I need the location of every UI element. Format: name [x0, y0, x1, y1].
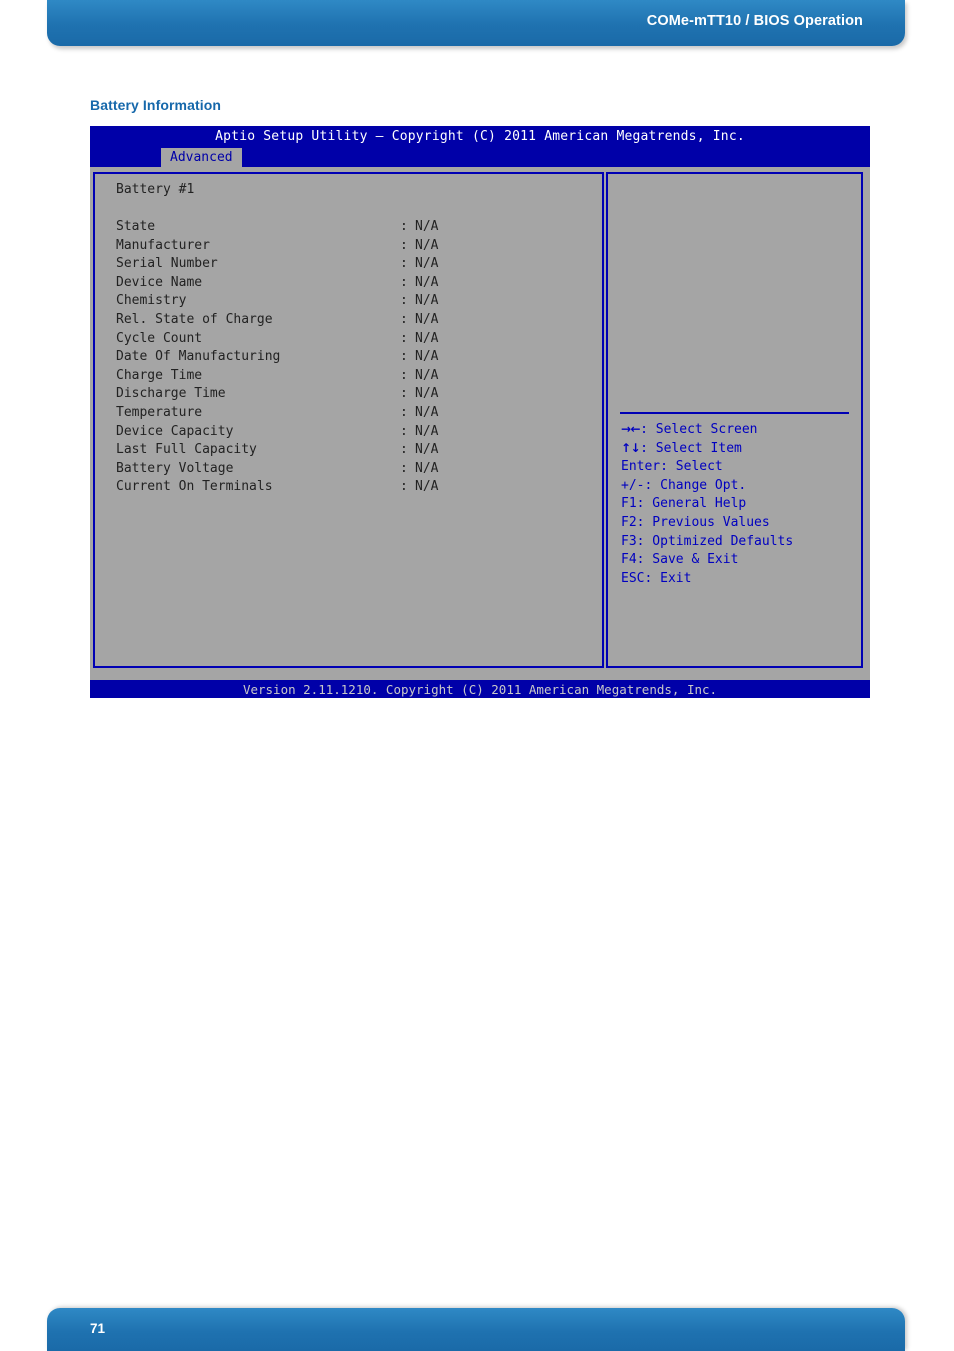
help-key-list: →←: Select Screen ↑↓: Select Item Enter: S… [608, 422, 861, 589]
help-panel-divider [620, 412, 849, 414]
battery-info-label: Serial Number [116, 256, 218, 272]
help-key-text: ↑↓: Select Item [621, 440, 742, 456]
battery-info-row[interactable]: State: N/A [95, 219, 602, 238]
bios-title-text: Aptio Setup Utility – Copyright (C) 2011… [215, 129, 745, 144]
bios-screen: Aptio Setup Utility – Copyright (C) 2011… [90, 126, 870, 698]
battery-info-label: Date Of Manufacturing [116, 349, 281, 365]
battery-info-separator: : [400, 442, 408, 458]
battery-info-row[interactable]: Device Capacity: N/A [95, 424, 602, 443]
battery-info-separator: : [400, 256, 408, 272]
battery-info-row[interactable]: Manufacturer: N/A [95, 238, 602, 257]
battery-info-row[interactable]: Date Of Manufacturing: N/A [95, 349, 602, 368]
battery-info-label: Charge Time [116, 367, 203, 383]
battery-info-label: Chemistry [116, 293, 187, 309]
battery-info-value: N/A [415, 479, 439, 495]
battery-info-label: Cycle Count [116, 330, 203, 346]
battery-info-separator: : [400, 237, 408, 253]
bios-tab-bar: Advanced [90, 148, 870, 167]
battery-info-value: N/A [415, 349, 439, 365]
battery-info-value: N/A [415, 404, 439, 420]
help-key-text: F2: Previous Values [621, 514, 770, 530]
battery-info-value: N/A [415, 274, 439, 290]
battery-info-value: N/A [415, 293, 439, 309]
battery-info-value: N/A [415, 311, 439, 327]
battery-info-row[interactable]: Rel. State of Charge: N/A [95, 312, 602, 331]
help-key-text: ESC: Exit [621, 570, 692, 586]
battery-info-value: N/A [415, 367, 439, 383]
battery-info-row[interactable]: Cycle Count: N/A [95, 331, 602, 350]
page-footer-bar: 71 [47, 1308, 905, 1351]
page-header-title: COMe-mTT10 / BIOS Operation [646, 13, 863, 29]
battery-info-label: Current On Terminals [116, 479, 273, 495]
help-key-row: +/-: Change Opt. [608, 478, 861, 497]
help-panel: →←: Select Screen ↑↓: Select Item Enter: S… [606, 172, 863, 668]
battery-info-value: N/A [415, 330, 439, 346]
battery-section-heading: Battery #1 [116, 182, 195, 197]
battery-info-value: N/A [415, 237, 439, 253]
page-number: 71 [90, 1321, 106, 1336]
battery-info-value: N/A [415, 386, 439, 402]
battery-info-separator: : [400, 219, 408, 234]
battery-info-value: N/A [415, 460, 439, 476]
battery-info-separator: : [400, 274, 408, 290]
battery-info-separator: : [400, 460, 408, 476]
battery-info-value: N/A [415, 256, 439, 272]
battery-info-row[interactable]: Device Name: N/A [95, 275, 602, 294]
help-key-row: Enter: Select [608, 459, 861, 478]
battery-info-value: N/A [415, 442, 439, 458]
battery-info-row[interactable]: Current On Terminals: N/A [95, 479, 602, 498]
bios-version-bar: Version 2.11.1210. Copyright (C) 2011 Am… [90, 680, 870, 698]
battery-info-row[interactable]: Last Full Capacity: N/A [95, 442, 602, 461]
battery-info-row[interactable]: Charge Time: N/A [95, 368, 602, 387]
page-title: Battery Information [90, 97, 222, 113]
battery-info-label: Battery Voltage [116, 460, 234, 476]
battery-info-separator: : [400, 293, 408, 309]
help-key-text: F1: General Help [621, 496, 747, 512]
battery-info-row[interactable]: Serial Number: N/A [95, 256, 602, 275]
battery-info-label: Last Full Capacity [116, 442, 257, 458]
battery-info-label: Temperature [116, 404, 203, 420]
battery-info-list: State: N/A Manufacturer: N/A Serial Number: N… [95, 219, 602, 498]
battery-info-row[interactable]: Discharge Time: N/A [95, 386, 602, 405]
bios-title-bar: Aptio Setup Utility – Copyright (C) 2011… [90, 126, 870, 148]
help-key-row: F4: Save & Exit [608, 552, 861, 571]
help-key-row: F2: Previous Values [608, 515, 861, 534]
bios-body: Battery #1 State: N/A Manufacturer: N/A Seri… [90, 167, 870, 672]
battery-info-separator: : [400, 423, 408, 439]
help-key-text: F4: Save & Exit [621, 552, 739, 568]
battery-info-separator: : [400, 330, 408, 346]
battery-info-label: Device Capacity [116, 423, 234, 439]
help-key-text: F3: Optimized Defaults [621, 533, 794, 549]
battery-info-separator: : [400, 479, 408, 495]
battery-info-separator: : [400, 404, 408, 420]
battery-info-panel: Battery #1 State: N/A Manufacturer: N/A Seri… [93, 172, 604, 668]
battery-info-separator: : [400, 367, 408, 383]
battery-info-label: State [116, 219, 156, 234]
tab-advanced[interactable]: Advanced [161, 148, 242, 167]
arrow-keys-icon: ↑↓ [621, 440, 641, 455]
help-key-row: F1: General Help [608, 496, 861, 515]
battery-info-label: Device Name [116, 274, 203, 290]
help-key-row: ESC: Exit [608, 571, 861, 590]
battery-info-row[interactable]: Battery Voltage: N/A [95, 461, 602, 480]
arrow-keys-icon: →← [621, 422, 641, 436]
battery-info-row[interactable]: Chemistry: N/A [95, 293, 602, 312]
help-key-text: +/-: Change Opt. [621, 477, 747, 493]
help-key-row: ↑↓: Select Item [608, 441, 861, 460]
battery-info-label: Rel. State of Charge [116, 311, 273, 327]
battery-info-value: N/A [415, 219, 439, 234]
help-key-row: F3: Optimized Defaults [608, 534, 861, 553]
help-key-text: →←: Select Screen [621, 422, 758, 437]
help-key-row: →←: Select Screen [608, 422, 861, 441]
battery-info-label: Manufacturer [116, 237, 210, 253]
battery-info-row[interactable]: Temperature: N/A [95, 405, 602, 424]
battery-info-separator: : [400, 349, 408, 365]
battery-info-separator: : [400, 386, 408, 402]
page-header-bar: COMe-mTT10 / BIOS Operation [47, 0, 905, 46]
help-key-text: Enter: Select [621, 459, 723, 475]
battery-info-value: N/A [415, 423, 439, 439]
bios-version-text: Version 2.11.1210. Copyright (C) 2011 Am… [242, 682, 718, 697]
battery-info-separator: : [400, 311, 408, 327]
battery-info-label: Discharge Time [116, 386, 226, 402]
